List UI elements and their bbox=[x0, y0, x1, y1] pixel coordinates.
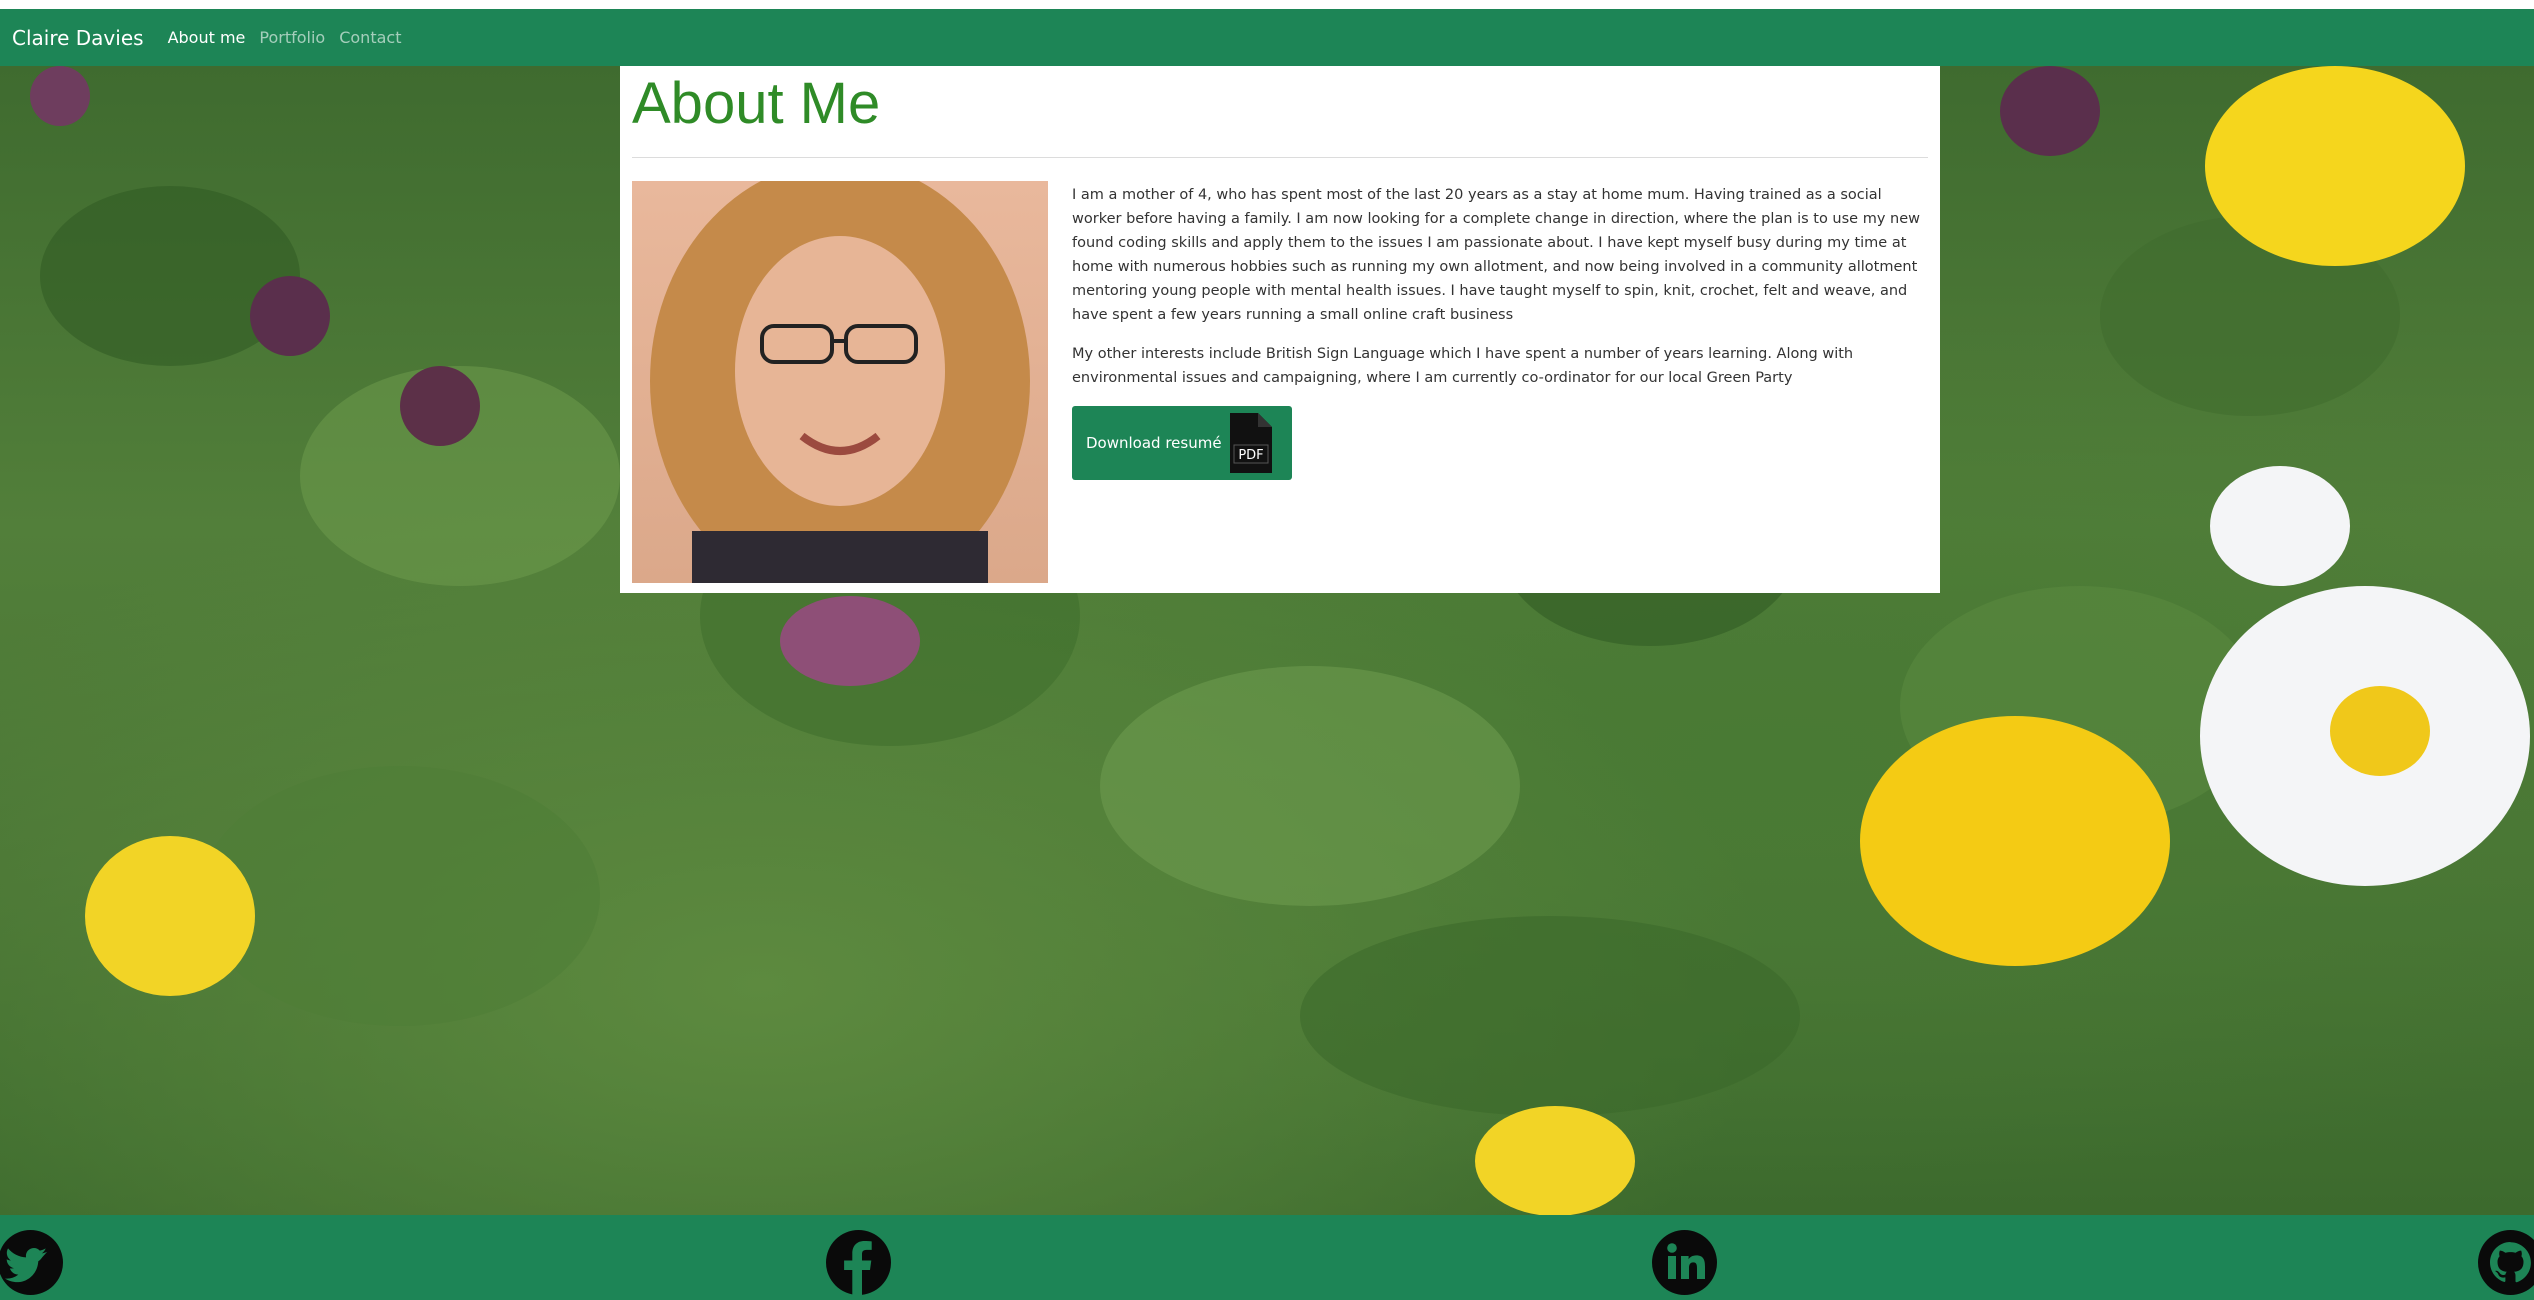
navbar: Claire Davies About me Portfolio Contact bbox=[0, 9, 2534, 66]
download-resume-button[interactable]: Download resumé PDF bbox=[1072, 406, 1292, 480]
bio-paragraph-2: My other interests include British Sign … bbox=[1072, 346, 1854, 386]
download-resume-label: Download resumé bbox=[1086, 434, 1222, 452]
nav-link-about[interactable]: About me bbox=[168, 28, 246, 47]
title-divider bbox=[632, 157, 1928, 158]
page-title: About Me bbox=[632, 71, 881, 136]
twitter-icon[interactable] bbox=[0, 1230, 63, 1295]
nav-link-contact[interactable]: Contact bbox=[339, 28, 401, 47]
top-gap bbox=[0, 0, 2534, 9]
pdf-icon-text: PDF bbox=[1238, 448, 1263, 463]
bio-text: I am a mother of 4, who has spent most o… bbox=[1072, 183, 1922, 405]
facebook-icon[interactable] bbox=[826, 1230, 891, 1295]
linkedin-icon[interactable] bbox=[1652, 1230, 1717, 1295]
about-card: About Me I am a mother of 4, who has spe… bbox=[620, 66, 1940, 593]
footer bbox=[0, 1215, 2534, 1300]
pdf-file-icon: PDF bbox=[1230, 413, 1272, 473]
profile-photo bbox=[632, 181, 1048, 583]
brand-link[interactable]: Claire Davies bbox=[12, 26, 144, 50]
nav-link-portfolio[interactable]: Portfolio bbox=[259, 28, 325, 47]
github-icon[interactable] bbox=[2478, 1230, 2534, 1295]
bio-paragraph-1: I am a mother of 4, who has spent most o… bbox=[1072, 187, 1920, 323]
